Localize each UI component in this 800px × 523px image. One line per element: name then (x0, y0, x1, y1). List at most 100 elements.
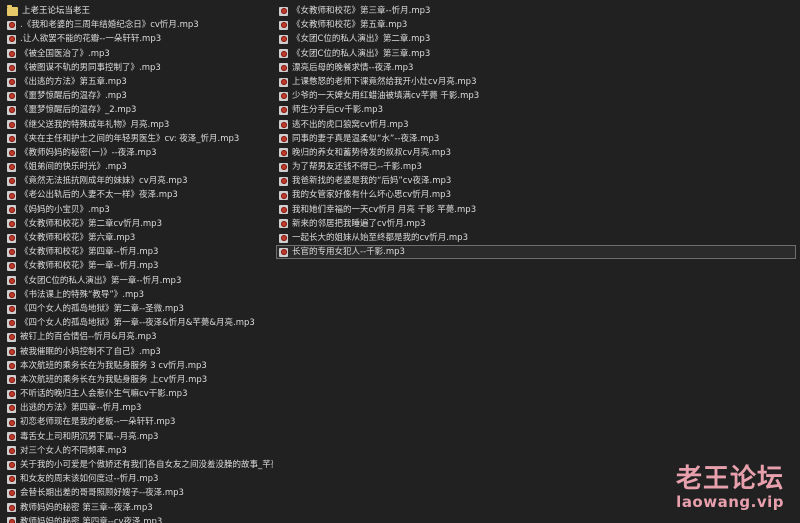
folder-list-item[interactable]: 上老王论坛当老王 (4, 4, 276, 18)
mp3-file-icon (279, 120, 288, 130)
file-list-item[interactable]: 和女友的周末该如何度过--忻月.mp3 (4, 472, 276, 486)
file-name-label: 少爷的一天婢女用红蜡油被填满cv芊薨 千影.mp3 (292, 91, 480, 102)
watermark: 老王论坛 laowang.vip (676, 465, 784, 511)
mp3-file-icon (7, 446, 16, 456)
file-list-item[interactable]: 《噩梦惊醒后的温存》_2.mp3 (4, 103, 276, 117)
file-list-item[interactable]: 《被全国医治了》.mp3 (4, 47, 276, 61)
file-list-item[interactable]: 《妈妈的小宝贝》.mp3 (4, 203, 276, 217)
file-list-item[interactable]: 《姐弟间的快乐时光》.mp3 (4, 160, 276, 174)
file-list-item[interactable]: 一起长大的姐妹从始至终都是我的cv忻月.mp3 (276, 231, 796, 245)
file-name-label: 《妈妈的小宝贝》.mp3 (20, 204, 110, 215)
file-list-item[interactable]: 《女团C位的私人演出》第一章--忻月.mp3 (4, 274, 276, 288)
file-list-item[interactable]: .让人欲罢不能的花瓣--一朵轩轩.mp3 (4, 32, 276, 46)
mp3-file-icon (7, 375, 16, 385)
mp3-file-icon (279, 162, 288, 172)
file-name-label: 《夹在主任和护士之间的年轻男医生》cv: 夜泽_忻月.mp3 (20, 133, 240, 144)
file-name-label: 被我催眠的小妈控制不了自己》.mp3 (20, 346, 161, 357)
file-list-item[interactable]: 少爷的一天婢女用红蜡油被填满cv芊薨 千影.mp3 (276, 89, 796, 103)
mp3-file-icon (7, 503, 16, 513)
mp3-file-icon (7, 261, 16, 271)
file-list-item[interactable]: 《女教师和校花》第一章--忻月.mp3 (4, 259, 276, 273)
file-name-label: 长官的专用女犯人--千影.mp3 (292, 247, 405, 258)
file-name-label: 我爸新找的老婆是我的“后妈”cv夜泽.mp3 (292, 176, 452, 187)
file-name-label: 《女教师和校花》第五章.mp3 (292, 20, 408, 31)
file-name-label: 《噩梦惊醒后的温存》.mp3 (20, 91, 127, 102)
file-list-item[interactable]: 逃不出的虎口狼窝cv忻月.mp3 (276, 118, 796, 132)
mp3-file-icon (279, 205, 288, 215)
file-list-item[interactable]: 对三个女人的不同频率.mp3 (4, 444, 276, 458)
file-name-label: 《被全国医治了》.mp3 (20, 48, 110, 59)
file-list-item[interactable]: 师生分手后cv千影.mp3 (276, 103, 796, 117)
mp3-file-icon (279, 105, 288, 115)
mp3-file-icon (7, 162, 16, 172)
folder-icon (7, 4, 18, 16)
file-list-item[interactable]: 我和她们幸福的一天cv忻月 月亮 千影 芊薨.mp3 (276, 203, 796, 217)
file-name-label: 《女团C位的私人演出》第一章--忻月.mp3 (20, 275, 182, 286)
mp3-file-icon (279, 247, 288, 257)
file-list-item[interactable]: 《噩梦惊醒后的温存》.mp3 (4, 89, 276, 103)
file-browser-window: 上老王论坛当老王 .《我和老婆的三周年结婚纪念日》cv忻月.mp3 .让人欲罢不能的… (0, 0, 800, 523)
file-list-item[interactable]: 新来的邻居把我睡遍了cv忻月.mp3 (276, 217, 796, 231)
file-name-label: 被钉上的百合情侣--忻月&月亮.mp3 (20, 332, 157, 343)
file-list-item[interactable]: 《被图谋不轨的男同事控制了》.mp3 (4, 61, 276, 75)
mp3-file-icon (7, 517, 16, 523)
right-column: 《女教师和校花》第三章--忻月.mp3 《女教师和校花》第五章.mp3 《女团C位的… (276, 4, 796, 260)
file-list-item[interactable]: 会替长期出差的哥哥照顾好嫂子--夜泽.mp3 (4, 486, 276, 500)
file-list-item[interactable]: 关于我的小可爱是个傲娇还有我们各自女友之间没羞没臊的故事_芊薨&忻月&圣微.mp… (4, 458, 276, 472)
file-name-label: 晚归的养女和蓄势待发的叔叔cv月亮.mp3 (292, 147, 451, 158)
mp3-file-icon (7, 318, 16, 328)
file-name-label: 《女教师和校花》第六章.mp3 (20, 233, 136, 243)
file-list-item[interactable]: 我的女管家好像有什么坏心思cv忻月.mp3 (276, 188, 796, 202)
file-list-item[interactable]: .《我和老婆的三周年结婚纪念日》cv忻月.mp3 (4, 18, 276, 32)
file-list-item[interactable]: 我爸新找的老婆是我的“后妈”cv夜泽.mp3 (276, 174, 796, 188)
mp3-file-icon (7, 361, 16, 371)
file-list-item[interactable]: 漂亮后母的晚餐求情--夜泽.mp3 (276, 61, 796, 75)
file-list-item[interactable]: 不听话的晚归主人会惹仆生气嘛cv干影.mp3 (4, 387, 276, 401)
file-list-item[interactable]: 初恋老师现在是我的老板--一朵轩轩.mp3 (4, 415, 276, 429)
mp3-file-icon (7, 247, 16, 257)
file-name-label: .《我和老婆的三周年结婚纪念日》cv忻月.mp3 (20, 20, 199, 31)
left-column: 上老王论坛当老王 .《我和老婆的三周年结婚纪念日》cv忻月.mp3 .让人欲罢不能的… (4, 4, 276, 523)
file-list-item[interactable]: 本次航班的乘务长在为我贴身服务 上cv忻月.mp3 (4, 373, 276, 387)
file-list-item[interactable]: 《继父送我的特殊成年礼物》月亮.mp3 (4, 118, 276, 132)
file-name-label: 新来的邻居把我睡遍了cv忻月.mp3 (292, 218, 426, 229)
file-list-item[interactable]: 《竟然无法抵抗刚成年的妹妹》cv月亮.mp3 (4, 174, 276, 188)
mp3-file-icon (7, 276, 16, 286)
mp3-file-icon (279, 91, 288, 101)
file-name-label: 一起长大的姐妹从始至终都是我的cv忻月.mp3 (292, 233, 468, 243)
mp3-file-icon (279, 134, 288, 144)
file-list-item[interactable]: 《四个女人的孤岛地狱》第一章--夜泽&忻月&芊薨&月亮.mp3 (4, 316, 276, 330)
file-name-label: 《四个女人的孤岛地狱》第二章--圣微.mp3 (20, 303, 184, 314)
file-name-label: 《女团C位的私人演出》第三章.mp3 (292, 48, 431, 59)
file-list-item[interactable]: 《女教师和校花》第五章.mp3 (276, 18, 796, 32)
file-list-item[interactable]: 被我催眠的小妈控制不了自己》.mp3 (4, 345, 276, 359)
file-list-item[interactable]: 《教师妈妈的秘密(一)》--夜泽.mp3 (4, 146, 276, 160)
file-list-item[interactable]: 晚归的养女和蓄势待发的叔叔cv月亮.mp3 (276, 146, 796, 160)
file-list-item[interactable]: 同事的妻子真是温柔似“水”--夜泽.mp3 (276, 132, 796, 146)
file-list-item[interactable]: 《夹在主任和护士之间的年轻男医生》cv: 夜泽_忻月.mp3 (4, 132, 276, 146)
file-list-item[interactable]: 《出逃的方法》第五章.mp3 (4, 75, 276, 89)
file-list-item[interactable]: 《老公出轨后的人妻不太一样》夜泽.mp3 (4, 188, 276, 202)
file-list-item[interactable]: 《女团C位的私人演出》第三章.mp3 (276, 47, 796, 61)
file-list-item[interactable]: 《女教师和校花》第四章--忻月.mp3 (4, 245, 276, 259)
file-list-item[interactable]: 《四个女人的孤岛地狱》第二章--圣微.mp3 (4, 302, 276, 316)
mp3-file-icon (279, 63, 288, 73)
file-name-label: 《女教师和校花》第一章--忻月.mp3 (20, 261, 159, 272)
file-list-item[interactable]: 被钉上的百合情侣--忻月&月亮.mp3 (4, 330, 276, 344)
file-list-item[interactable]: 本次航班的乘务长在为我贴身服务 3 cv忻月.mp3 (4, 359, 276, 373)
file-list-item[interactable]: 出逃的方法》第四章--忻月.mp3 (4, 401, 276, 415)
file-name-label: 《继父送我的特殊成年礼物》月亮.mp3 (20, 119, 170, 130)
file-list-item[interactable]: 教师妈妈的秘密 第四章--cv夜泽.mp3 (4, 515, 276, 523)
file-list-item[interactable]: 《女团C位的私人演出》第二章.mp3 (276, 32, 796, 46)
file-list-item[interactable]: 为了帮男友还钱不得已--千影.mp3 (276, 160, 796, 174)
file-list-item[interactable]: 《女教师和校花》第六章.mp3 (4, 231, 276, 245)
file-list-item[interactable]: 长官的专用女犯人--千影.mp3 (276, 245, 796, 260)
file-list-item[interactable]: 《女教师和校花》第三章--忻月.mp3 (276, 4, 796, 18)
file-list-item[interactable]: 毒舌女上司和阴沉男下属--月亮.mp3 (4, 430, 276, 444)
file-name-label: 《女教师和校花》第四章--忻月.mp3 (20, 247, 159, 258)
file-list-item[interactable]: 上课憋怒的老师下课竟然给我开小灶cv月亮.mp3 (276, 75, 796, 89)
file-list-item[interactable]: 《女教师和校花》第二章cv忻月.mp3 (4, 217, 276, 231)
file-list-item[interactable]: 教师妈妈的秘密 第三章--夜泽.mp3 (4, 501, 276, 515)
file-list-item[interactable]: 《书法课上的特殊“教导”》.mp3 (4, 288, 276, 302)
file-name-label: 《女教师和校花》第二章cv忻月.mp3 (20, 218, 162, 229)
